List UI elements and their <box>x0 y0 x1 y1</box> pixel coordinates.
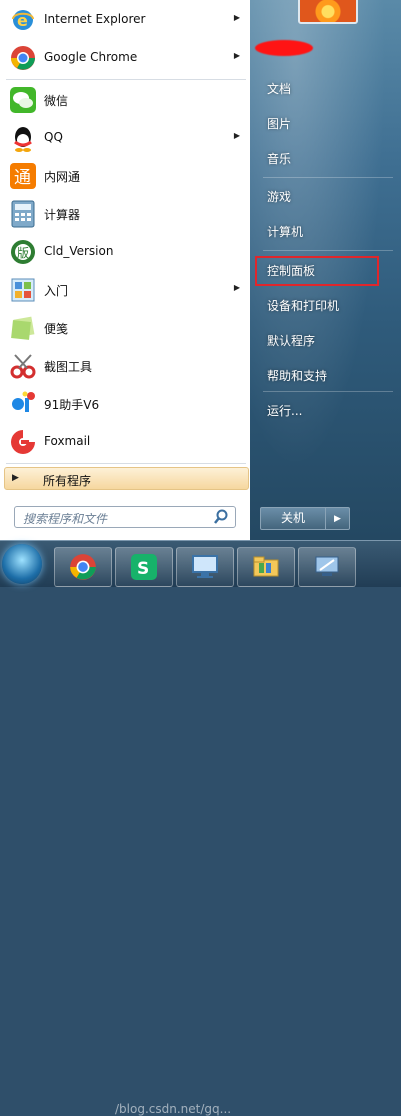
program-label: 入门 <box>44 284 69 298</box>
taskbar-remote-desktop-button[interactable] <box>176 547 234 587</box>
places-item-pictures[interactable]: 图片 <box>267 115 291 132</box>
qq-icon <box>8 123 38 153</box>
program-neiwangtong[interactable]: 通 内网通 <box>0 158 250 194</box>
places-item-games[interactable]: 游戏 <box>267 188 291 205</box>
submenu-arrow-icon[interactable]: ▶ <box>234 131 240 140</box>
user-name-redacted[interactable] <box>255 40 313 56</box>
shutdown-button[interactable]: 关机 <box>261 508 326 529</box>
calculator-icon <box>8 199 38 229</box>
program-label: QQ <box>44 130 63 144</box>
submenu-arrow-icon[interactable]: ▶ <box>234 13 240 22</box>
taskbar-network-button[interactable] <box>298 547 356 587</box>
program-sticky-notes[interactable]: 便笺 <box>0 310 250 346</box>
control-panel-highlight-box <box>255 256 379 286</box>
network-computer-icon <box>315 556 339 576</box>
all-programs-button[interactable]: ▶ 所有程序 <box>4 467 249 490</box>
svg-text:通: 通 <box>14 168 31 188</box>
divider <box>6 463 246 464</box>
taskbar-wps-button[interactable]: S <box>115 547 173 587</box>
snipping-tool-icon <box>8 351 38 381</box>
program-cld-version[interactable]: 版 Cld_Version <box>0 234 250 270</box>
program-label: 截图工具 <box>44 360 93 374</box>
places-item-run[interactable]: 运行... <box>267 402 302 419</box>
user-avatar[interactable] <box>298 0 358 24</box>
program-label: 便笺 <box>44 322 69 336</box>
taskbar-file-explorer-button[interactable] <box>237 547 295 587</box>
start-orb-icon[interactable] <box>2 544 42 584</box>
watermark-text: /blog.csdn.net/gq... <box>115 1102 232 1116</box>
program-label: 内网通 <box>44 170 81 184</box>
foxmail-icon <box>8 427 38 457</box>
divider <box>263 250 393 251</box>
program-label: Google Chrome <box>44 50 138 64</box>
program-snipping-tool[interactable]: 截图工具 <box>0 348 250 384</box>
places-item-devices-printers[interactable]: 设备和打印机 <box>267 297 339 314</box>
divider <box>263 177 393 178</box>
program-foxmail[interactable]: Foxmail <box>0 424 250 460</box>
wps-spreadsheet-icon: S <box>131 554 157 580</box>
places-item-help-support[interactable]: 帮助和支持 <box>267 367 327 384</box>
cld-version-icon: 版 <box>8 237 38 267</box>
program-label: 微信 <box>44 94 69 108</box>
program-calculator[interactable]: 计算器 <box>0 196 250 232</box>
divider <box>263 391 393 392</box>
play-arrow-icon: ▶ <box>12 473 19 483</box>
all-programs-label: 所有程序 <box>43 474 92 488</box>
program-internet-explorer[interactable]: e Internet Explorer ▶ <box>0 2 250 38</box>
svg-text:版: 版 <box>17 246 29 260</box>
program-label: 91助手V6 <box>44 398 100 412</box>
program-label: 计算器 <box>44 208 81 222</box>
search-icon[interactable] <box>213 509 229 525</box>
start-menu-programs-pane: e Internet Explorer ▶ Google Chrome ▶ 微信… <box>0 0 253 540</box>
chrome-icon <box>70 554 96 580</box>
shutdown-options-arrow-icon[interactable]: ▶ <box>326 508 349 529</box>
taskbar: S /blog.csdn.net/gq... <box>0 540 401 1116</box>
program-label: Foxmail <box>44 434 91 448</box>
program-google-chrome[interactable]: Google Chrome ▶ <box>0 40 250 76</box>
search-placeholder: 搜索程序和文件 <box>23 512 108 526</box>
shutdown-button-group: 关机 ▶ <box>260 507 350 530</box>
divider <box>6 79 246 80</box>
internet-explorer-icon: e <box>8 5 38 35</box>
search-input[interactable]: 搜索程序和文件 <box>14 506 236 528</box>
places-item-computer[interactable]: 计算机 <box>267 223 303 240</box>
places-item-default-programs[interactable]: 默认程序 <box>267 332 315 349</box>
program-qq[interactable]: QQ ▶ <box>0 120 250 156</box>
folder-icon <box>253 556 279 577</box>
submenu-arrow-icon[interactable]: ▶ <box>234 51 240 60</box>
program-label: Internet Explorer <box>44 12 146 26</box>
remote-desktop-icon <box>192 555 218 578</box>
submenu-arrow-icon[interactable]: ▶ <box>234 283 240 292</box>
neiwangtong-icon: 通 <box>8 161 38 191</box>
places-item-documents[interactable]: 文档 <box>267 80 291 97</box>
program-wechat[interactable]: 微信 <box>0 82 250 118</box>
91-assistant-icon <box>8 389 38 419</box>
chrome-icon <box>8 43 38 73</box>
program-91-assistant[interactable]: 91助手V6 <box>0 386 250 422</box>
wechat-icon <box>8 85 38 115</box>
program-getting-started[interactable]: 入门 ▶ <box>0 272 250 308</box>
places-item-music[interactable]: 音乐 <box>267 150 291 167</box>
taskbar-chrome-button[interactable] <box>54 547 112 587</box>
getting-started-icon <box>8 275 38 305</box>
program-label: Cld_Version <box>44 244 114 258</box>
svg-text:S: S <box>137 559 149 579</box>
sticky-notes-icon <box>8 313 38 343</box>
